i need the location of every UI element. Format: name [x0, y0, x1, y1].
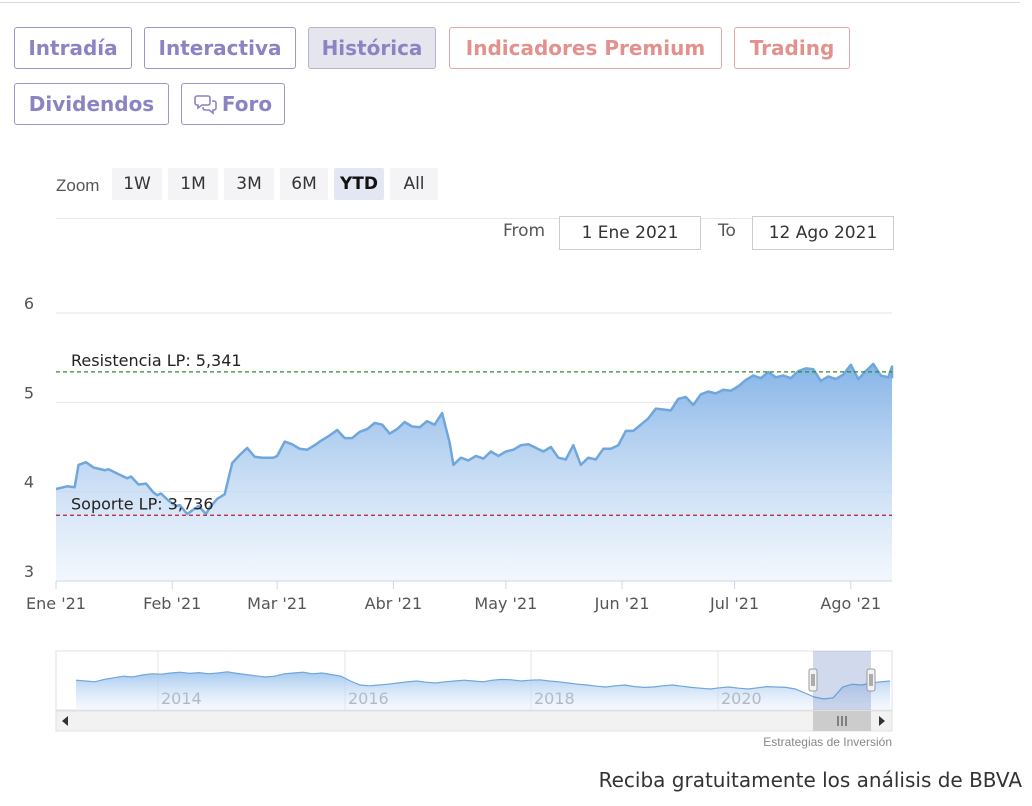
- tab-label: Intradía: [28, 36, 118, 60]
- scrollbar-thumb: [813, 711, 871, 731]
- x-axis: Ene '21 Feb '21 Mar '21 Abr '21 May '21 Jun '…: [26, 580, 892, 613]
- x-tick-label: Mar '21: [247, 594, 307, 613]
- x-tick-label: Jun '21: [594, 594, 650, 613]
- tab-trading[interactable]: Trading: [734, 27, 850, 69]
- navigator-year-label: 2014: [161, 689, 202, 708]
- range-to-input[interactable]: 12 Ago 2021: [752, 216, 894, 250]
- top-divider: [0, 2, 1020, 3]
- y-tick-label: 3: [24, 562, 34, 581]
- tab-indicadores-premium[interactable]: Indicadores Premium: [449, 27, 722, 69]
- tab-label: Histórica: [321, 36, 423, 60]
- tab-label: Dividendos: [28, 92, 155, 116]
- zoom-1m-button[interactable]: 1M: [168, 168, 218, 200]
- y-axis: 3 4 5 6: [24, 294, 34, 581]
- navigator[interactable]: 2014 2016 2018 2020: [55, 650, 893, 732]
- chat-bubbles-icon: [194, 95, 217, 115]
- reference-lines: Resistencia LP: 5,341 Soporte LP: 3,736: [56, 351, 892, 516]
- tab-dividendos[interactable]: Dividendos: [14, 83, 169, 125]
- x-tick-label: Ago '21: [820, 594, 881, 613]
- tab-label: Foro: [221, 92, 273, 116]
- range-from-label: From: [503, 221, 546, 241]
- x-tick-label: Jul '21: [709, 594, 759, 613]
- tab-label: Interactiva: [158, 36, 282, 60]
- zoom-label: Zoom: [56, 176, 100, 195]
- zoom-3m-button[interactable]: 3M: [224, 168, 274, 200]
- tab-interactiva[interactable]: Interactiva: [144, 27, 296, 69]
- price-line: [55, 362, 894, 516]
- navigator-line: [75, 671, 891, 700]
- navigator-selection: [813, 651, 871, 710]
- zoom-ytd-button[interactable]: YTD: [334, 168, 384, 200]
- subscribe-cta[interactable]: Reciba gratuitamente los análisis de BBV…: [599, 768, 1022, 792]
- navigator-frame: [55, 650, 893, 711]
- y-tick-label: 6: [24, 294, 34, 313]
- tab-foro[interactable]: Foro: [181, 83, 285, 125]
- grid: [56, 312, 892, 582]
- scroll-right-icon: [879, 716, 885, 726]
- zoom-1w-button[interactable]: 1W: [112, 168, 162, 200]
- price-area: [56, 363, 892, 581]
- tab-label: Trading: [749, 36, 835, 60]
- tab-intradia[interactable]: Intradía: [14, 27, 132, 69]
- range-to-label: To: [718, 221, 736, 241]
- x-tick-label: May '21: [474, 594, 537, 613]
- reference-line-label: Resistencia LP: 5,341: [71, 351, 242, 370]
- x-tick-label: Feb '21: [143, 594, 201, 613]
- scrollbar-track: [55, 710, 893, 732]
- scroll-left-icon: [62, 716, 68, 726]
- navigator-handle: [866, 668, 876, 692]
- tab-historica[interactable]: Histórica: [308, 27, 436, 69]
- zoom-6m-button[interactable]: 6M: [280, 168, 328, 200]
- x-tick-label: Ene '21: [26, 594, 86, 613]
- navigator-area: [76, 671, 890, 710]
- navigator-year-label: 2016: [348, 689, 389, 708]
- range-from-input[interactable]: 1 Ene 2021: [559, 216, 701, 250]
- y-tick-label: 4: [24, 473, 34, 492]
- x-tick-label: Abr '21: [365, 594, 423, 613]
- tab-label: Indicadores Premium: [465, 36, 706, 60]
- navigator-year-label: 2020: [721, 689, 762, 708]
- navigator-year-label: 2018: [534, 689, 575, 708]
- navigator-handle: [808, 668, 818, 692]
- zoom-all-button[interactable]: All: [390, 168, 438, 200]
- y-tick-label: 5: [24, 383, 34, 402]
- reference-line-label: Soporte LP: 3,736: [71, 494, 214, 513]
- chart-credit: Estrategias de Inversión: [763, 735, 892, 749]
